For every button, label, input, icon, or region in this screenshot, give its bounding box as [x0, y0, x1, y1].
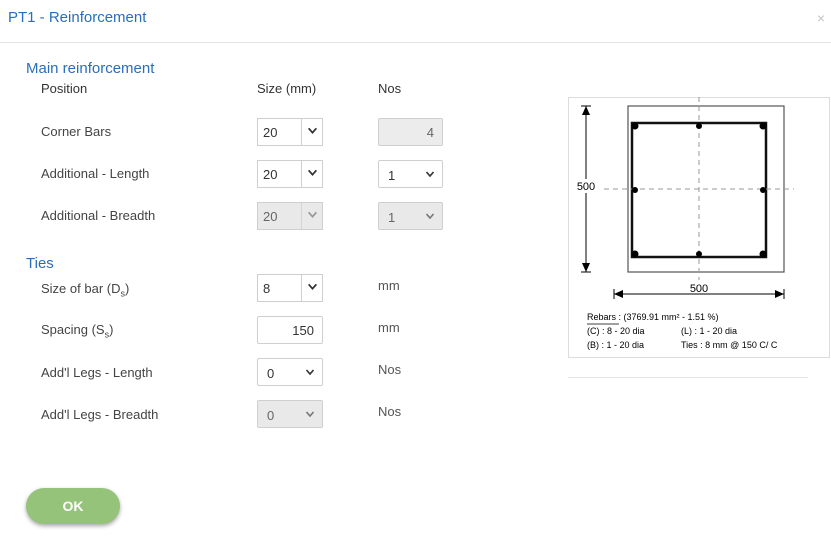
legs-breadth-label: Add'l Legs - Breadth	[41, 407, 159, 422]
rebars-note: Rebars : (3769.91 mm² - 1.51 %)	[587, 312, 719, 322]
tie-size-unit: mm	[378, 278, 400, 293]
legs-length-value: 0	[267, 366, 275, 381]
additional-length-nos-value: 1	[388, 168, 396, 183]
tie-spacing-value: 150	[292, 323, 314, 338]
chevron-down-icon[interactable]	[307, 281, 318, 292]
corner-bars-nos-value: 4	[426, 125, 434, 140]
additional-breadth-size-combo: 20	[257, 202, 323, 230]
chevron-down-icon[interactable]	[425, 169, 435, 179]
corner-bars-size-combo[interactable]: 20	[257, 118, 323, 146]
chevron-down-icon	[307, 211, 318, 219]
column-header-position: Position	[41, 81, 88, 96]
combo-separator	[301, 119, 302, 145]
corner-bar	[631, 250, 639, 258]
tie-spacing-unit: mm	[378, 320, 400, 335]
main-reinforcement-heading: Main reinforcement	[26, 60, 155, 77]
diagram-divider	[568, 377, 808, 378]
corner-bars-label: Corner Bars	[41, 124, 112, 139]
breadth-bar	[632, 187, 638, 193]
additional-length-label: Additional - Length	[41, 166, 150, 181]
legs-breadth-select: 0	[257, 400, 323, 428]
legs-breadth-unit: Nos	[378, 404, 402, 419]
arrow-right-icon	[775, 290, 784, 298]
breadth-bar	[760, 187, 766, 193]
ties-heading: Ties	[26, 255, 54, 272]
corner-bar	[759, 250, 767, 258]
section-drawing: 500 500 Rebars : (3769.91 mm² - 1.51 %) …	[575, 97, 794, 350]
additional-breadth-nos-value: 1	[388, 210, 396, 225]
column-header-nos: Nos	[378, 81, 402, 96]
tie-spacing-label: Spacing (Ss)	[41, 322, 114, 340]
chevron-down-icon	[425, 213, 435, 220]
tie-size-value: 8	[263, 281, 271, 296]
additional-length-size-combo[interactable]: 20	[257, 160, 323, 188]
dialog-title: PT1 - Reinforcement	[8, 9, 147, 26]
combo-separator	[301, 161, 302, 187]
legs-length-label: Add'l Legs - Length	[41, 365, 153, 380]
length-bar	[696, 251, 702, 257]
tie-spacing-input[interactable]: 150	[257, 316, 323, 344]
additional-breadth-nos-select: 1	[378, 202, 443, 230]
height-dimension: 500	[577, 181, 595, 193]
chevron-down-icon	[305, 411, 315, 418]
legs-length-unit: Nos	[378, 362, 402, 377]
legs-length-select[interactable]: 0	[257, 358, 323, 386]
column-header-size: Size (mm)	[257, 81, 317, 96]
tie-size-label: Size of bar (Ds)	[41, 281, 130, 299]
section-diagram: 500 500 Rebars : (3769.91 mm² - 1.51 %) …	[568, 97, 830, 358]
additional-breadth-size-value: 20	[263, 209, 278, 224]
additional-length-nos-select[interactable]: 1	[378, 160, 443, 188]
tie-size-combo[interactable]: 8	[257, 274, 323, 302]
corner-bars-nos-field: 4	[378, 118, 443, 146]
close-icon[interactable]: ×	[817, 10, 825, 26]
length-bar	[696, 123, 702, 129]
header-divider	[0, 42, 831, 43]
c-note: (C) : 8 - 20 dia	[587, 326, 645, 336]
arrow-up-icon	[582, 106, 590, 115]
combo-separator	[301, 203, 302, 229]
ties-note: Ties : 8 mm @ 150 C/ C	[681, 340, 778, 350]
ok-button[interactable]: OK	[26, 488, 120, 524]
chevron-down-icon[interactable]	[307, 167, 318, 178]
l-note: (L) : 1 - 20 dia	[681, 326, 737, 336]
b-note: (B) : 1 - 20 dia	[587, 340, 644, 350]
chevron-down-icon[interactable]	[307, 125, 318, 136]
corner-bar	[631, 122, 639, 130]
corner-bars-size-value: 20	[263, 125, 278, 140]
legs-breadth-value: 0	[267, 408, 275, 423]
chevron-down-icon[interactable]	[305, 367, 315, 377]
corner-bar	[759, 122, 767, 130]
additional-breadth-label: Additional - Breadth	[41, 208, 156, 223]
combo-separator	[301, 275, 302, 301]
arrow-down-icon	[582, 263, 590, 272]
arrow-left-icon	[614, 290, 623, 298]
additional-length-size-value: 20	[263, 167, 278, 182]
width-dimension: 500	[690, 283, 708, 295]
